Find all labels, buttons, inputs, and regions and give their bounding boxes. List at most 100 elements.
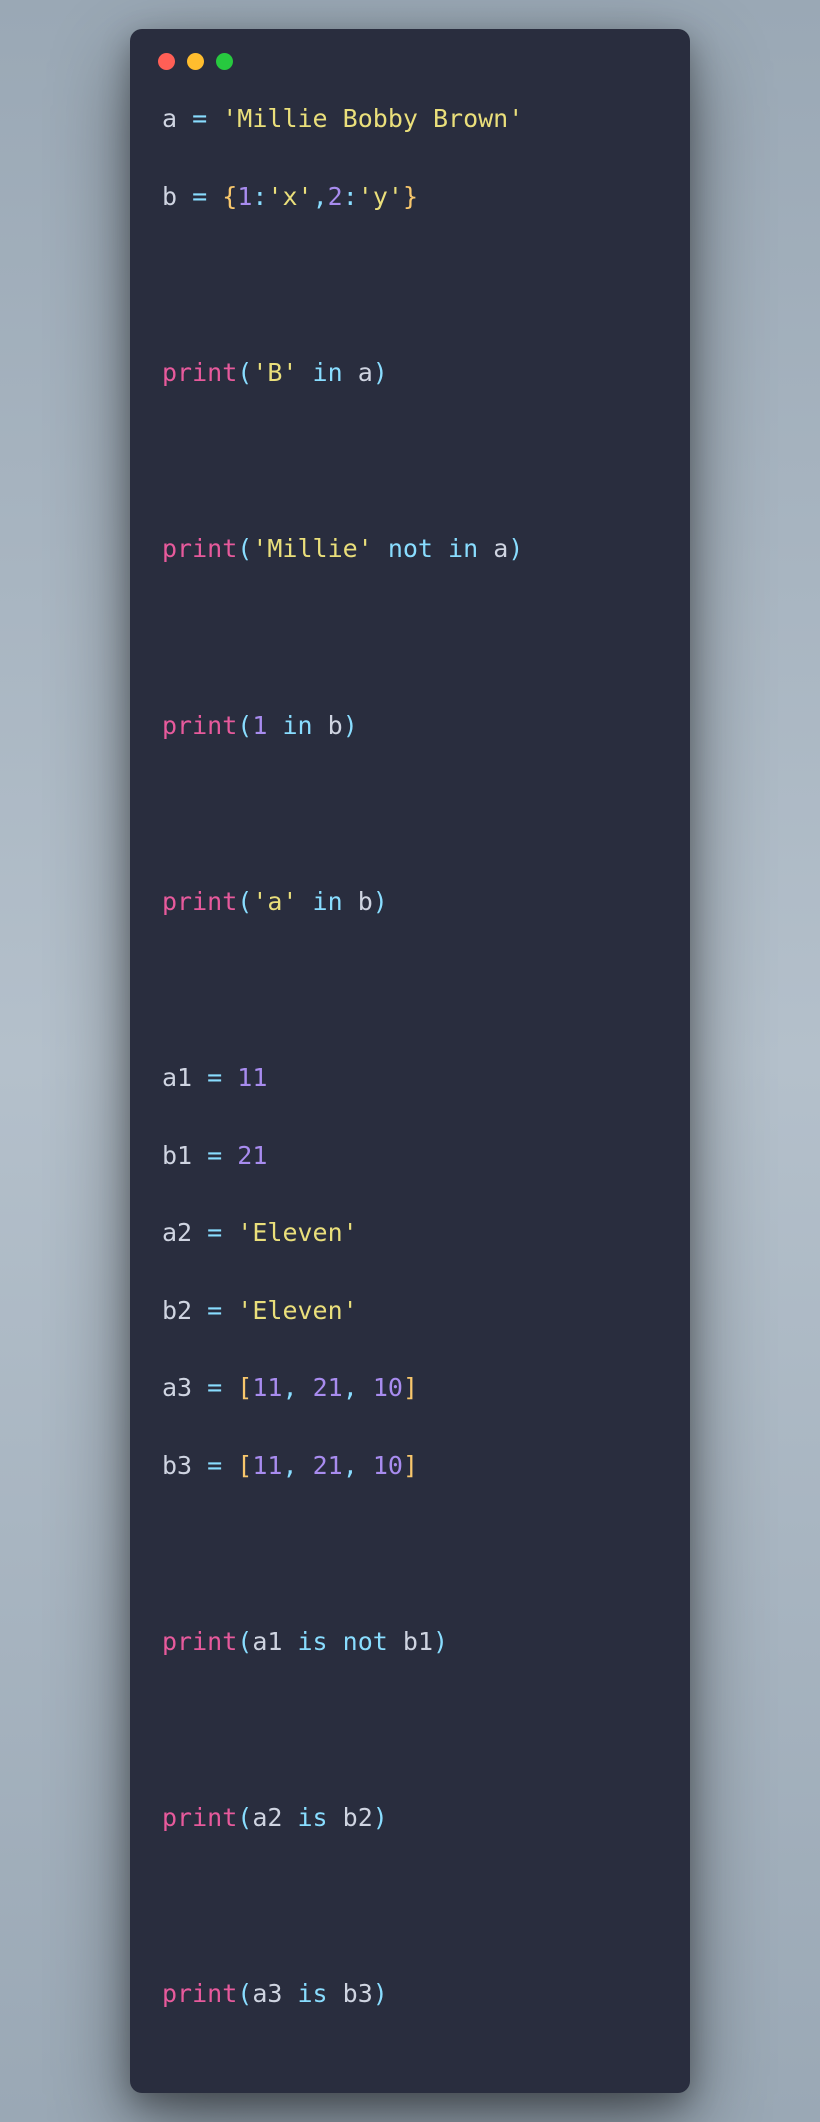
code-token — [373, 534, 388, 563]
code-token: 'a' — [252, 887, 297, 916]
code-blank-line — [162, 1700, 658, 1760]
code-token — [192, 1141, 207, 1170]
code-token: , — [282, 1373, 297, 1402]
code-token: b2 — [162, 1296, 192, 1325]
code-token: = — [207, 1063, 222, 1092]
code-token — [282, 1627, 297, 1656]
code-token: 'Eleven' — [237, 1218, 357, 1247]
code-token: a2 — [162, 1218, 192, 1247]
code-token: is — [298, 1627, 328, 1656]
code-token — [282, 1803, 297, 1832]
code-token: , — [282, 1451, 297, 1480]
code-line: b1 = 21 — [162, 1137, 658, 1176]
code-token — [297, 887, 312, 916]
code-line: b2 = 'Eleven' — [162, 1292, 658, 1331]
code-blank-line — [162, 1524, 658, 1584]
code-token: , — [343, 1451, 358, 1480]
code-token — [192, 1451, 207, 1480]
code-token: a3 — [252, 1979, 282, 2008]
code-token: ) — [373, 887, 388, 916]
code-token: b3 — [343, 1979, 373, 2008]
code-block: a = 'Millie Bobby Brown' b = {1:'x',2:'y… — [130, 80, 690, 2063]
code-token — [328, 1979, 343, 2008]
code-line: print(1 in b) — [162, 707, 658, 746]
code-token — [478, 534, 493, 563]
code-token — [358, 1451, 373, 1480]
code-token: ( — [237, 1627, 252, 1656]
code-token: ) — [373, 1979, 388, 2008]
code-token: print — [162, 711, 237, 740]
code-line: b3 = [11, 21, 10] — [162, 1447, 658, 1486]
code-line: print(a3 is b3) — [162, 1975, 658, 2014]
code-token: in — [448, 534, 478, 563]
code-token: a2 — [252, 1803, 282, 1832]
code-token: print — [162, 1627, 237, 1656]
code-token: b — [162, 182, 177, 211]
code-token: = — [192, 104, 207, 133]
code-token — [433, 534, 448, 563]
code-token: a1 — [162, 1063, 192, 1092]
code-token — [343, 358, 358, 387]
code-token — [192, 1218, 207, 1247]
code-token — [313, 711, 328, 740]
code-token: ) — [373, 358, 388, 387]
code-token — [328, 1627, 343, 1656]
code-token: = — [207, 1296, 222, 1325]
minimize-icon[interactable] — [187, 53, 204, 70]
code-token: : — [252, 182, 267, 211]
code-blank-line — [162, 960, 658, 1020]
code-token — [222, 1296, 237, 1325]
code-token: b3 — [162, 1451, 192, 1480]
code-token — [282, 1979, 297, 2008]
code-token: a — [358, 358, 373, 387]
code-blank-line — [162, 784, 658, 844]
zoom-icon[interactable] — [216, 53, 233, 70]
code-token: 'x' — [267, 182, 312, 211]
code-token: ) — [433, 1627, 448, 1656]
code-token: ( — [237, 1979, 252, 2008]
code-token: = — [207, 1141, 222, 1170]
code-token: b1 — [162, 1141, 192, 1170]
code-token: is — [298, 1979, 328, 2008]
code-token: 'y' — [358, 182, 403, 211]
code-token: = — [207, 1451, 222, 1480]
code-token — [222, 1373, 237, 1402]
code-line: b = {1:'x',2:'y'} — [162, 178, 658, 217]
code-token: 10 — [373, 1451, 403, 1480]
code-token — [222, 1063, 237, 1092]
code-token: 'Eleven' — [237, 1296, 357, 1325]
code-token: ] — [403, 1451, 418, 1480]
code-token — [298, 1451, 313, 1480]
code-token: 'Millie Bobby Brown' — [222, 104, 523, 133]
code-line: a = 'Millie Bobby Brown' — [162, 100, 658, 139]
code-blank-line — [162, 432, 658, 492]
code-token: 2 — [328, 182, 343, 211]
code-token: b1 — [403, 1627, 433, 1656]
code-token — [298, 1373, 313, 1402]
code-line: a1 = 11 — [162, 1059, 658, 1098]
code-token: 10 — [373, 1373, 403, 1402]
code-token — [177, 182, 192, 211]
code-token: ( — [237, 1803, 252, 1832]
close-icon[interactable] — [158, 53, 175, 70]
code-token — [192, 1063, 207, 1092]
code-token: ( — [237, 534, 252, 563]
code-token: 11 — [237, 1063, 267, 1092]
code-window: a = 'Millie Bobby Brown' b = {1:'x',2:'y… — [130, 29, 690, 2093]
code-token: print — [162, 358, 237, 387]
code-token: ) — [373, 1803, 388, 1832]
window-titlebar — [130, 29, 690, 80]
code-token: in — [282, 711, 312, 740]
code-token: ] — [403, 1373, 418, 1402]
code-blank-line — [162, 608, 658, 668]
code-token: not — [388, 534, 433, 563]
code-token: 1 — [252, 711, 267, 740]
code-token: print — [162, 887, 237, 916]
code-token — [297, 358, 312, 387]
code-token: print — [162, 534, 237, 563]
code-line: a3 = [11, 21, 10] — [162, 1369, 658, 1408]
code-line: a2 = 'Eleven' — [162, 1214, 658, 1253]
code-token: 'Millie' — [252, 534, 372, 563]
code-token: ( — [237, 887, 252, 916]
code-token: = — [207, 1218, 222, 1247]
